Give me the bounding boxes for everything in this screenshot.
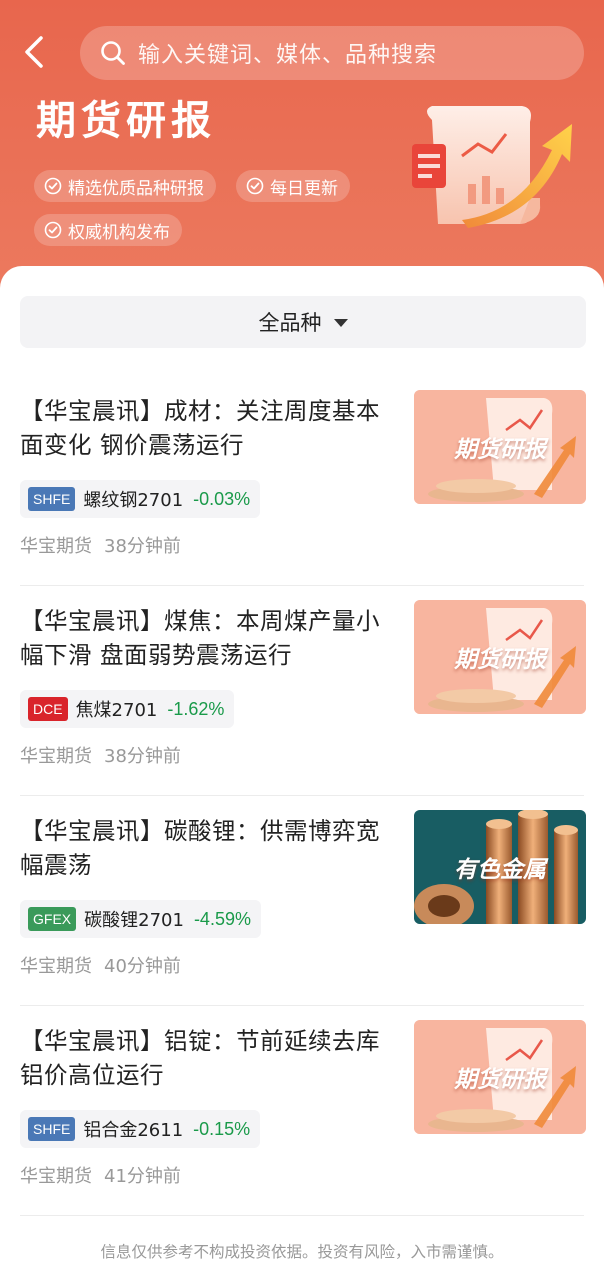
news-meta: 华宝期货 40分钟前 — [20, 952, 181, 978]
exchange-badge: SHFE — [28, 487, 76, 511]
news-time: 40分钟前 — [104, 956, 181, 977]
news-thumbnail: 期货研报 — [414, 1020, 586, 1134]
price-change: -4.59% — [193, 908, 251, 929]
back-button[interactable] — [16, 32, 52, 72]
news-list-item[interactable]: 【华宝晨讯】碳酸锂：供需博弈宽幅震荡 GFEX 碳酸锂2701 -4.59% 华… — [0, 796, 604, 1006]
check-circle-icon — [44, 177, 62, 195]
news-time: 38分钟前 — [104, 746, 181, 767]
news-thumbnail: 期货研报 — [414, 600, 586, 714]
report-list-panel: 全品种 【华宝晨讯】成材：关注周度基本面变化 钢价震荡运行 SHFE 螺纹钢27… — [0, 266, 604, 1280]
news-time: 41分钟前 — [104, 1166, 181, 1187]
report-chart-illustration — [412, 106, 572, 228]
caret-down-icon — [333, 319, 348, 327]
disclaimer-text: 信息仅供参考不构成投资依据。投资有风险，入市需谨慎。 — [100, 1243, 504, 1261]
news-title: 【华宝晨讯】铝锭：节前延续去库铝价高位运行 — [20, 1027, 380, 1089]
search-placeholder: 输入关键词、媒体、品种搜索 — [138, 43, 438, 68]
thumbnail-label: 有色金属 — [454, 857, 546, 883]
thumbnail-label: 期货研报 — [454, 647, 546, 673]
news-title: 【华宝晨讯】煤焦：本周煤产量小幅下滑 盘面弱势震荡运行 — [20, 607, 380, 669]
contract-name: 碳酸锂2701 — [84, 910, 184, 931]
search-input[interactable]: 输入关键词、媒体、品种搜索 — [80, 26, 584, 80]
price-change: -0.03% — [193, 488, 251, 509]
contract-name: 螺纹钢2701 — [83, 490, 184, 511]
check-circle-icon — [246, 177, 264, 195]
thumbnail-label: 期货研报 — [454, 437, 546, 463]
price-change: -1.62% — [167, 698, 225, 719]
news-title: 【华宝晨讯】碳酸锂：供需博弈宽幅震荡 — [20, 817, 380, 879]
news-list-item[interactable]: 【华宝晨讯】煤焦：本周煤产量小幅下滑 盘面弱势震荡运行 DCE 焦煤2701 -… — [0, 586, 604, 796]
search-icon — [101, 41, 125, 65]
feature-chip: 精选优质品种研报 — [34, 170, 216, 202]
feature-chip-label: 精选优质品种研报 — [68, 178, 204, 199]
news-list-item[interactable]: 【华宝晨讯】成材：关注周度基本面变化 钢价震荡运行 SHFE 螺纹钢2701 -… — [0, 376, 604, 586]
contract-name: 焦煤2701 — [75, 700, 158, 721]
exchange-badge: DCE — [28, 697, 68, 721]
news-meta: 华宝期货 38分钟前 — [20, 742, 181, 768]
news-thumbnail: 期货研报 — [414, 390, 586, 504]
divider — [20, 1215, 584, 1216]
news-source: 华宝期货 — [20, 746, 92, 767]
feature-chip: 每日更新 — [236, 170, 350, 202]
news-source: 华宝期货 — [20, 536, 92, 557]
page-title: 期货研报 — [36, 98, 216, 144]
contract-quote-tag[interactable]: SHFE 铝合金2611 -0.15% — [20, 1110, 261, 1148]
news-meta: 华宝期货 41分钟前 — [20, 1162, 181, 1188]
news-time: 38分钟前 — [104, 536, 181, 557]
contract-quote-tag[interactable]: DCE 焦煤2701 -1.62% — [20, 690, 235, 728]
price-change: -0.15% — [193, 1118, 251, 1139]
feature-chip-label: 权威机构发布 — [68, 222, 170, 243]
exchange-badge: GFEX — [28, 907, 77, 931]
filter-label: 全品种 — [258, 311, 322, 335]
news-title: 【华宝晨讯】成材：关注周度基本面变化 钢价震荡运行 — [20, 397, 380, 459]
thumbnail-label: 期货研报 — [454, 1067, 546, 1093]
contract-quote-tag[interactable]: SHFE 螺纹钢2701 -0.03% — [20, 480, 261, 518]
feature-chip: 权威机构发布 — [34, 214, 182, 246]
exchange-badge: SHFE — [28, 1117, 76, 1141]
news-source: 华宝期货 — [20, 956, 92, 977]
news-meta: 华宝期货 38分钟前 — [20, 532, 181, 558]
feature-chip-label: 每日更新 — [270, 178, 338, 199]
news-source: 华宝期货 — [20, 1166, 92, 1187]
news-thumbnail: 有色金属 — [414, 810, 586, 924]
contract-quote-tag[interactable]: GFEX 碳酸锂2701 -4.59% — [20, 900, 261, 938]
chevron-left-icon — [25, 36, 43, 68]
header-banner: 输入关键词、媒体、品种搜索 期货研报 精选优质品种研报 每日更新 权威机构发布 — [0, 0, 604, 300]
category-filter-dropdown[interactable]: 全品种 — [20, 296, 586, 348]
check-circle-icon — [44, 221, 62, 239]
contract-name: 铝合金2611 — [83, 1120, 184, 1141]
news-list-item[interactable]: 【华宝晨讯】铝锭：节前延续去库铝价高位运行 SHFE 铝合金2611 -0.15… — [0, 1006, 604, 1216]
